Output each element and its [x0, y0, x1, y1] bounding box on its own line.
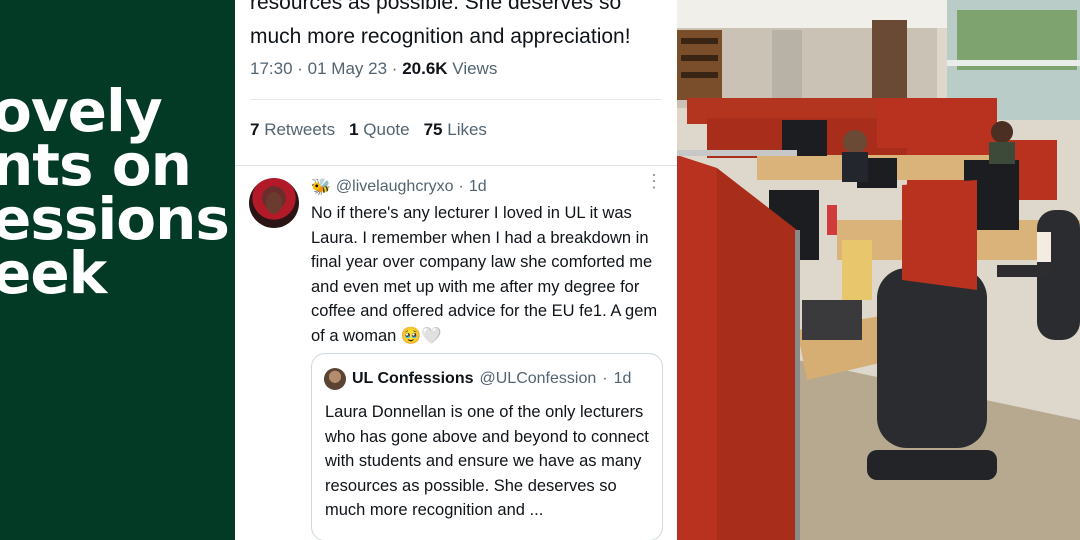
office-photo [677, 0, 1080, 540]
reply-tweet[interactable]: 🐝 @livelaughcryxo · 1d ⋮ No if there's a… [235, 166, 677, 540]
avatar[interactable] [249, 178, 299, 228]
tweet-date[interactable]: 01 May 23 [308, 59, 387, 78]
engagement-stats: 7 Retweets 1 Quote 75 Likes [250, 120, 487, 140]
bee-icon: 🐝 [311, 179, 331, 196]
quoted-text: Laura Donnellan is one of the only lectu… [325, 403, 649, 519]
avatar [324, 368, 346, 390]
headline-line: ovely [0, 77, 163, 145]
meta-separator: · [391, 59, 403, 78]
likes-stat[interactable]: 75 Likes [424, 120, 487, 140]
headline-line: eek [0, 239, 107, 307]
emoji: 🥹🤍 [400, 326, 442, 345]
quoted-age: 1d [613, 370, 632, 387]
quoted-handle: @ULConfession [479, 370, 597, 387]
divider [250, 99, 662, 100]
headline-panel: ovely nts on essions eek [0, 0, 235, 540]
meta-separator: · [297, 59, 308, 78]
reply-header: 🐝 @livelaughcryxo · 1d [311, 177, 487, 197]
meta-separator: · [602, 370, 608, 387]
views-label: Views [452, 59, 498, 78]
quotes-count: 1 [349, 120, 359, 139]
quoted-name: UL Confessions [352, 370, 474, 387]
retweets-count: 7 [250, 120, 260, 139]
quoted-tweet-header: UL Confessions @ULConfession · 1d [324, 368, 631, 390]
quotes-label: Quote [363, 120, 410, 139]
retweets-label: Retweets [264, 120, 336, 139]
headline-line: essions [0, 185, 230, 253]
reply-text: No if there's any lecturer I loved in UL… [311, 201, 663, 348]
likes-label: Likes [447, 120, 487, 139]
quotes-stat[interactable]: 1 Quote [349, 120, 410, 140]
headline-line: nts on [0, 131, 192, 199]
meta-separator: · [458, 178, 464, 195]
tweet-time[interactable]: 17:30 [250, 59, 293, 78]
more-options-icon[interactable]: ⋮ [645, 172, 663, 190]
reply-age[interactable]: 1d [469, 178, 487, 196]
reply-body: No if there's any lecturer I loved in UL… [311, 204, 658, 345]
retweets-stat[interactable]: 7 Retweets [250, 120, 335, 140]
main-tweet-text: resources as possible. She deserves so m… [250, 0, 631, 48]
headline: ovely nts on essions eek [0, 77, 230, 307]
views-count: 20.6K [402, 59, 448, 78]
tweet-screenshot: resources as possible. She deserves so m… [235, 0, 677, 540]
likes-count: 75 [423, 120, 443, 139]
quoted-tweet-card[interactable]: UL Confessions @ULConfession · 1d Laura … [311, 353, 663, 540]
tweet-meta: 17:30 · 01 May 23 · 20.6K Views [250, 59, 497, 79]
office-illustration [677, 0, 1080, 540]
reply-handle[interactable]: @livelaughcryxo [336, 178, 454, 196]
